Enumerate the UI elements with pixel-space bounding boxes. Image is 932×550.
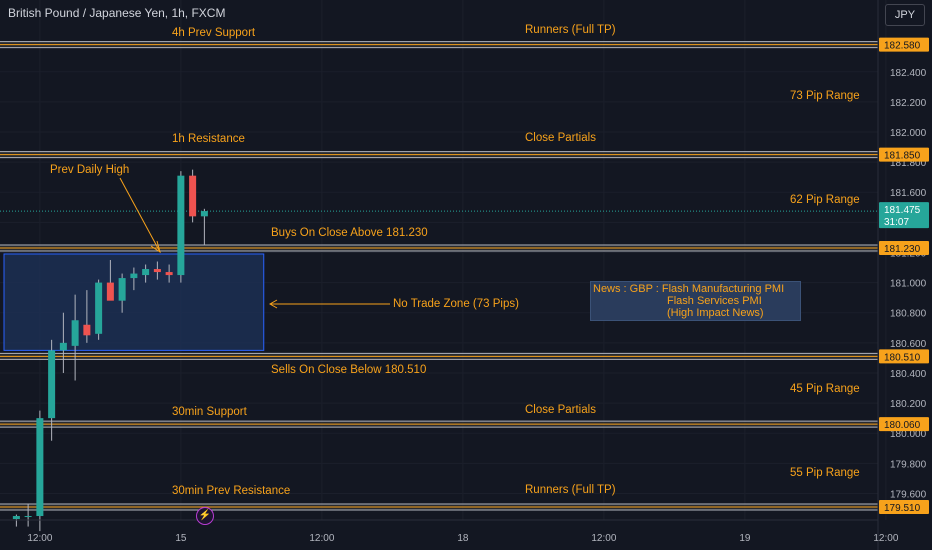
y-tick-label: 180.800 (890, 309, 927, 320)
candle-body (59, 342, 67, 351)
y-tick-label: 182.000 (890, 128, 927, 139)
candle-body (200, 211, 208, 217)
candle (95, 279, 103, 340)
label-62-pip-range: 62 Pip Range (790, 194, 860, 206)
y-tick-label: 180.400 (890, 369, 927, 380)
x-tick-label: 12:00 (27, 533, 52, 544)
candle (189, 169, 197, 223)
label-no-trade-zone: No Trade Zone (73 Pips) (393, 298, 519, 310)
y-tick-label: 182.400 (890, 68, 927, 79)
x-tick-label: 12:00 (873, 533, 898, 544)
label-45-pip-range: 45 Pip Range (790, 383, 860, 395)
label-close-partials-top: Close Partials (525, 132, 596, 144)
level-price-label: 181.850 (884, 151, 921, 162)
label-55-pip-range: 55 Pip Range (790, 467, 860, 479)
x-tick-label: 12:00 (591, 533, 616, 544)
news-line-1: News : GBP : Flash Manufacturing PMI (593, 283, 785, 295)
y-tick-label: 179.800 (890, 459, 927, 470)
news-line-3: (High Impact News) (667, 307, 764, 319)
y-tick-label: 180.600 (890, 339, 927, 350)
label-runners-bottom: Runners (Full TP) (525, 484, 616, 496)
level-price-label: 181.230 (884, 244, 921, 255)
label-30min-support: 30min Support (172, 406, 247, 418)
current-price-label: 181.475 (884, 205, 921, 216)
label-73-pip-range: 73 Pip Range (790, 90, 860, 102)
candle-body (189, 175, 197, 217)
level-price-label: 179.510 (884, 503, 921, 514)
candle-body (95, 282, 103, 334)
label-4h-prev-support: 4h Prev Support (172, 27, 256, 39)
candle-body (83, 324, 91, 336)
candle-body (71, 320, 79, 346)
label-close-partials-bottom: Close Partials (525, 404, 596, 416)
candle-body (12, 516, 20, 520)
symbol-title[interactable]: British Pound / Japanese Yen, 1h, FXCM (8, 6, 225, 20)
y-tick-label: 180.200 (890, 399, 927, 410)
y-tick-label: 181.600 (890, 188, 927, 199)
y-tick-label: 179.600 (890, 489, 927, 500)
y-tick-label: 181.000 (890, 279, 927, 290)
y-tick-label: 182.200 (890, 98, 927, 109)
x-tick-label: 15 (175, 533, 187, 544)
news-line-2: Flash Services PMI (667, 295, 762, 307)
x-tick-label: 12:00 (309, 533, 334, 544)
candle-body (165, 272, 173, 276)
candle (177, 171, 185, 283)
candle-body (142, 269, 150, 276)
candle-body (118, 278, 126, 301)
news-annotation-box: News : GBP : Flash Manufacturing PMI Fla… (590, 281, 801, 321)
level-price-label: 182.580 (884, 41, 921, 52)
candle-body (177, 175, 185, 276)
label-sells-on-close: Sells On Close Below 180.510 (271, 364, 427, 376)
bar-countdown-label: 31:07 (884, 217, 909, 228)
label-30min-prev-resistance: 30min Prev Resistance (172, 485, 291, 497)
candle-body (153, 269, 161, 273)
x-tick-label: 19 (739, 533, 751, 544)
candle-body (106, 282, 114, 301)
candle-body (24, 516, 32, 518)
currency-button[interactable]: JPY (885, 4, 925, 26)
candle-body (130, 273, 138, 279)
lightning-event-icon[interactable]: ⚡ (196, 507, 214, 525)
label-runners-top: Runners (Full TP) (525, 24, 616, 36)
x-tick-label: 18 (457, 533, 469, 544)
label-1h-resistance: 1h Resistance (172, 133, 245, 145)
level-price-label: 180.060 (884, 420, 921, 431)
label-prev-daily-high: Prev Daily High (50, 164, 130, 176)
candle (36, 410, 44, 532)
candle-body (48, 350, 56, 419)
level-price-label: 180.510 (884, 352, 921, 363)
candle-body (36, 418, 44, 517)
label-buys-on-close: Buys On Close Above 181.230 (271, 227, 428, 239)
